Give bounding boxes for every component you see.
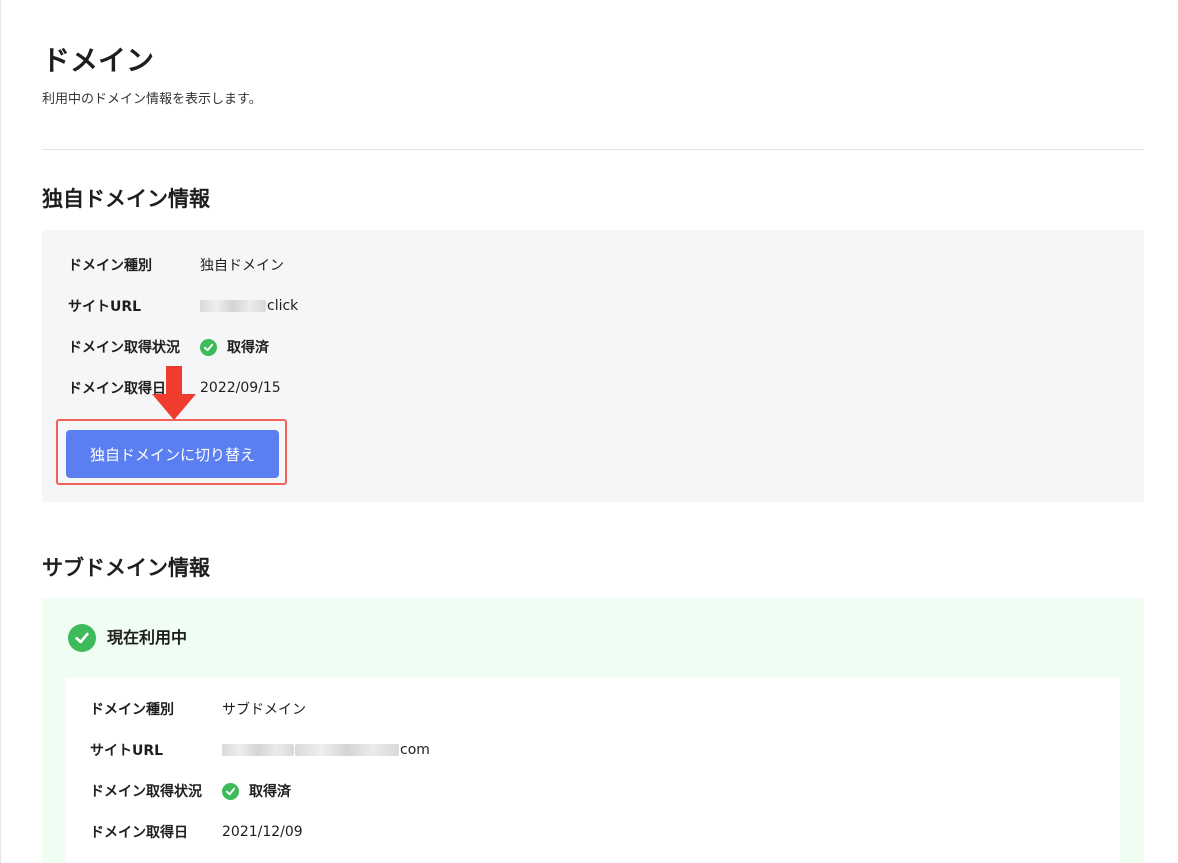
- custom-domain-url-row: サイトURL click: [68, 294, 298, 318]
- subdomain-details: ドメイン種別 サブドメイン サイトURL com ドメイン取得状況 取得済 ドメ…: [66, 678, 1120, 863]
- row-value: 2022/09/15: [200, 380, 281, 396]
- subdomain-section-title: サブドメイン情報: [42, 556, 210, 580]
- row-label: ドメイン取得状況: [68, 340, 180, 356]
- subdomain-url-row: サイトURL com: [90, 738, 430, 762]
- subdomain-panel: 現在利用中 ドメイン種別 サブドメイン サイトURL com ドメイン取得状況: [42, 598, 1144, 863]
- page-description: 利用中のドメイン情報を表示します。: [42, 92, 262, 107]
- row-label: ドメイン取得状況: [90, 784, 202, 800]
- row-label: ドメイン種別: [68, 258, 152, 274]
- row-value: 独自ドメイン: [200, 258, 284, 274]
- redacted-url-part: [200, 300, 266, 312]
- switch-to-custom-domain-button[interactable]: 独自ドメインに切り替え: [66, 430, 279, 478]
- check-circle-icon: [68, 624, 96, 652]
- redacted-url-part: [295, 744, 399, 756]
- custom-domain-panel: ドメイン種別 独自ドメイン サイトURL click ドメイン取得状況 取得済 …: [42, 230, 1144, 502]
- page-title: ドメイン: [42, 44, 155, 77]
- check-circle-icon: [200, 338, 217, 356]
- status-value: 取得済: [249, 784, 291, 800]
- redacted-url-part: [222, 744, 294, 756]
- status-value: 取得済: [227, 340, 269, 356]
- row-label: サイトURL: [90, 743, 164, 759]
- url-suffix: com: [400, 742, 430, 758]
- url-suffix: click: [267, 298, 299, 314]
- arrow-down-icon: [152, 366, 196, 420]
- current-in-use-label: 現在利用中: [107, 628, 188, 647]
- divider: [42, 149, 1144, 150]
- check-circle-icon: [222, 782, 239, 800]
- subdomain-type-row: ドメイン種別 サブドメイン: [90, 697, 306, 721]
- subdomain-status-row: ドメイン取得状況 取得済: [90, 779, 291, 803]
- row-label: ドメイン取得日: [90, 825, 188, 841]
- custom-domain-status-row: ドメイン取得状況 取得済: [68, 335, 269, 359]
- custom-domain-type-row: ドメイン種別 独自ドメイン: [68, 253, 284, 277]
- left-border: [0, 0, 1, 863]
- custom-domain-section-title: 独自ドメイン情報: [42, 187, 210, 211]
- row-label: サイトURL: [68, 299, 142, 315]
- row-label: ドメイン種別: [90, 702, 174, 718]
- site-url-value: click: [200, 298, 298, 314]
- subdomain-date-row: ドメイン取得日 2021/12/09: [90, 820, 303, 844]
- row-value: 2021/12/09: [222, 824, 303, 840]
- row-value: サブドメイン: [222, 702, 306, 718]
- site-url-value: com: [222, 742, 430, 758]
